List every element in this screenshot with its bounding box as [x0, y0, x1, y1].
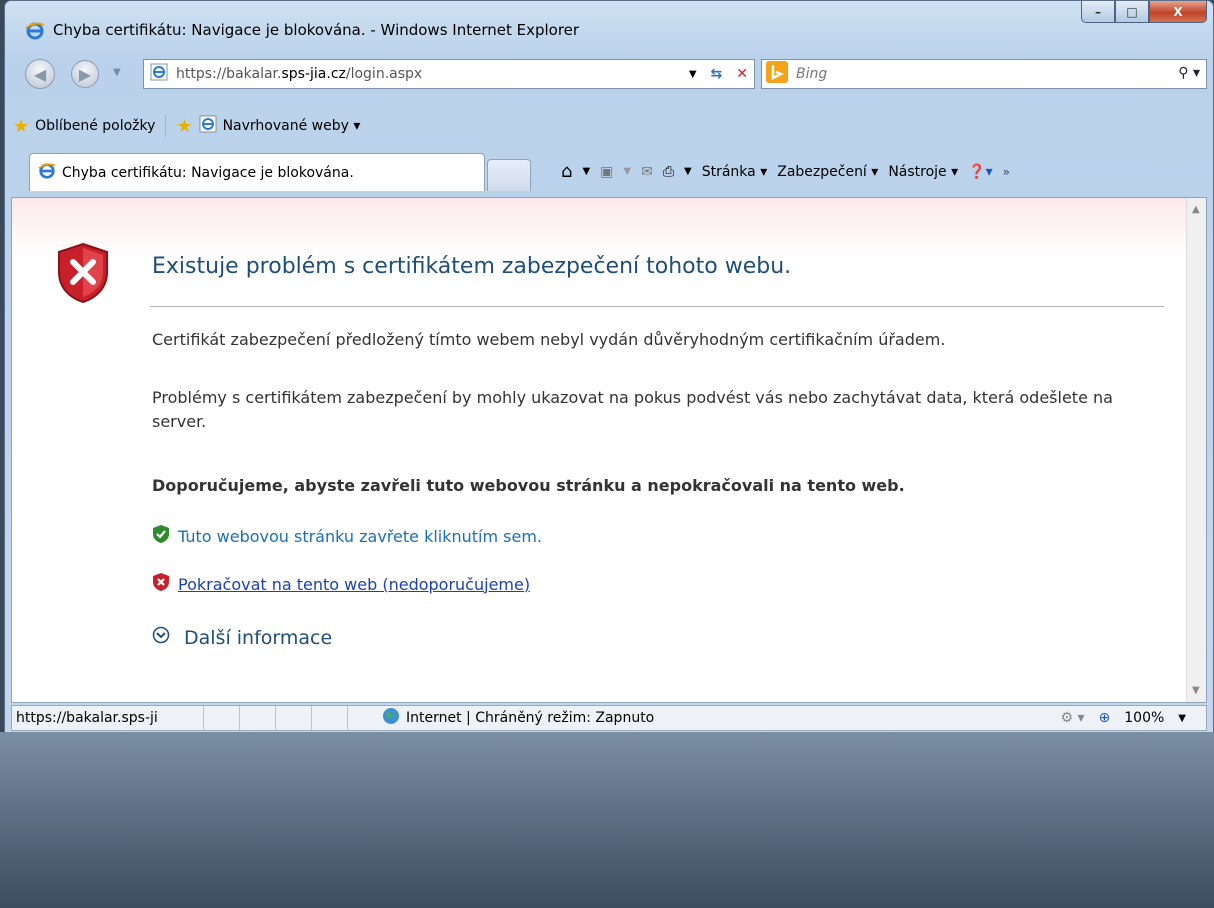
forward-button[interactable]: ▶	[71, 60, 99, 88]
safety-menu[interactable]: Zabezpečení ▾	[777, 164, 878, 180]
scroll-down-icon[interactable]: ▼	[1192, 685, 1200, 696]
status-url: https://bakalar.sps-ji	[12, 706, 204, 730]
home-icon[interactable]: ⌂	[561, 161, 572, 182]
tools-menu[interactable]: Nástroje ▾	[888, 164, 958, 180]
red-shield-icon	[152, 572, 170, 596]
recommendation-text: Doporučujeme, abyste zavřeli tuto webovo…	[152, 476, 905, 495]
refresh-icon[interactable]: ⇆	[711, 66, 723, 82]
certificate-issue-text: Certifikát zabezpečení předložený tímto …	[152, 330, 946, 349]
status-cell	[204, 706, 240, 730]
address-dropdown-icon[interactable]: ▼	[689, 69, 697, 80]
close-page-link[interactable]: Tuto webovou stránku zavřete kliknutím s…	[152, 524, 542, 548]
status-cell	[312, 706, 348, 730]
expand-chevron-icon	[152, 626, 170, 649]
window-title: Chyba certifikátu: Navigace je blokována…	[53, 21, 580, 39]
print-dropdown-icon[interactable]: ▼	[684, 166, 692, 177]
vertical-scrollbar[interactable]: ▲ ▼	[1186, 198, 1206, 702]
security-zone[interactable]: Internet | Chráněný režim: Zapnuto	[348, 707, 908, 729]
search-icon[interactable]: ⚲ ▾	[1178, 65, 1200, 81]
page-content: Existuje problém s certifikátem zabezpeč…	[11, 197, 1207, 703]
navigation-row: ◀ ▶ ▼ https://bakalar.sps-jia.cz/login.a…	[5, 53, 1213, 93]
popup-blocker-icon[interactable]: ⚙ ▾	[1061, 710, 1085, 726]
continue-link-label[interactable]: Pokračovat na tento web (nedoporučujeme)	[178, 575, 530, 594]
close-window-button[interactable]: X	[1149, 1, 1207, 23]
tab-row: Chyba certifikátu: Navigace je blokována…	[5, 149, 1213, 199]
favorites-button[interactable]: Oblíbené položky	[35, 118, 155, 134]
continue-link[interactable]: Pokračovat na tento web (nedoporučujeme)	[152, 572, 530, 596]
ie-logo-icon	[25, 21, 45, 45]
command-bar: ⌂ ▼ ▣ ▼ ✉ ⎙ ▼ Stránka ▾ Zabezpečení ▾ Ná…	[561, 161, 1010, 182]
green-shield-icon	[152, 524, 170, 548]
page-title: Existuje problém s certifikátem zabezpeč…	[152, 254, 792, 279]
home-dropdown-icon[interactable]: ▼	[582, 166, 590, 177]
new-tab-button[interactable]	[487, 159, 531, 191]
zone-text: Internet | Chráněný režim: Zapnuto	[406, 710, 655, 726]
more-commands-icon[interactable]: »	[1003, 165, 1010, 179]
status-cell	[240, 706, 276, 730]
more-information-toggle[interactable]: Další informace	[152, 626, 332, 649]
add-favorite-icon[interactable]: ★	[176, 116, 192, 137]
search-placeholder: Bing	[796, 66, 828, 82]
error-shield-icon	[56, 242, 110, 308]
close-page-link-label[interactable]: Tuto webovou stránku zavřete kliknutím s…	[178, 527, 542, 546]
favorites-separator	[165, 115, 167, 137]
title-bar: Chyba certifikátu: Navigace je blokována…	[5, 1, 1213, 47]
feeds-dropdown-icon[interactable]: ▼	[623, 166, 631, 177]
globe-icon	[382, 707, 400, 729]
stop-icon[interactable]: ✕	[736, 66, 748, 82]
zoom-icon[interactable]: ⊕	[1099, 710, 1111, 726]
back-arrow-icon: ◀	[33, 64, 47, 84]
zoom-level[interactable]: 100%	[1124, 710, 1164, 726]
scroll-up-icon[interactable]: ▲	[1192, 204, 1200, 215]
maximize-button[interactable]: □	[1115, 1, 1149, 23]
search-box[interactable]: Bing ⚲ ▾	[761, 59, 1207, 89]
favorites-star-icon: ★	[13, 115, 30, 137]
desktop-background	[0, 732, 1214, 908]
divider	[150, 306, 1164, 307]
risk-explanation-text: Problémy s certifikátem zabezpečení by m…	[152, 388, 1113, 431]
zoom-dropdown-icon[interactable]: ▼	[1178, 713, 1186, 724]
favorites-bar: ★ Oblíbené položky ★ Navrhované weby ▾	[5, 109, 1213, 143]
feeds-icon[interactable]: ▣	[600, 164, 613, 180]
minimize-button[interactable]: –	[1081, 1, 1115, 23]
mail-icon[interactable]: ✉	[641, 164, 653, 180]
suggested-sites-ie-icon	[199, 115, 217, 137]
address-bar[interactable]: https://bakalar.sps-jia.cz/login.aspx ▼ …	[143, 59, 755, 89]
status-bar: https://bakalar.sps-ji Internet | Chráně…	[11, 705, 1207, 731]
help-icon[interactable]: ❓▾	[968, 164, 992, 180]
more-information-label: Další informace	[184, 626, 333, 649]
back-button[interactable]: ◀	[25, 59, 55, 89]
tab-label: Chyba certifikátu: Navigace je blokována…	[62, 164, 354, 181]
suggested-sites-button[interactable]: Navrhované weby ▾	[223, 118, 361, 134]
print-icon[interactable]: ⎙	[663, 164, 674, 180]
recent-pages-dropdown-icon[interactable]: ▼	[113, 67, 121, 78]
url-text: https://bakalar.sps-jia.cz/login.aspx	[176, 66, 423, 82]
tab-certificate-error[interactable]: Chyba certifikátu: Navigace je blokována…	[29, 153, 485, 191]
page-menu[interactable]: Stránka ▾	[702, 164, 768, 180]
page-ie-icon	[150, 63, 168, 85]
tab-ie-icon	[38, 162, 56, 184]
forward-arrow-icon: ▶	[78, 64, 92, 84]
status-cell	[276, 706, 312, 730]
bing-logo-icon	[766, 61, 788, 87]
